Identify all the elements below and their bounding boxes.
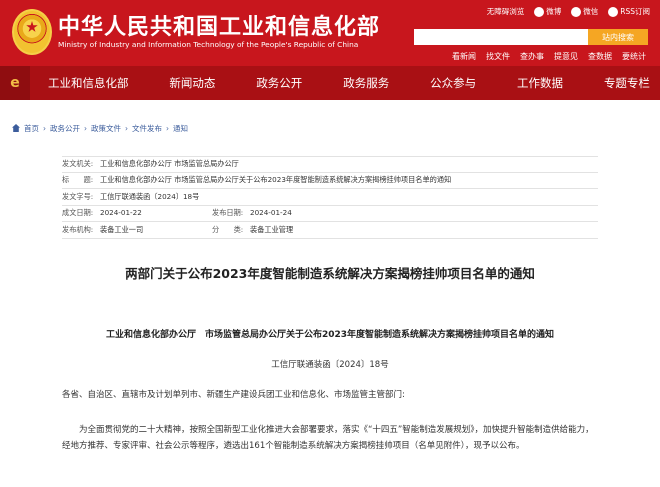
breadcrumb: 首页 › 政务公开 › 政策文件 › 文件发布 › 通知	[0, 118, 660, 138]
quick-link-data[interactable]: 查数据	[588, 51, 612, 62]
nav-item-topics[interactable]: 专题专栏	[604, 75, 650, 91]
nav-items: 工业和信息化部 新闻动态 政务公开 政务服务 公众参与 工作数据 专题专栏	[30, 75, 660, 91]
national-emblem-logo	[12, 9, 52, 55]
breadcrumb-file-release[interactable]: 文件发布	[132, 123, 162, 134]
search-input[interactable]	[414, 29, 588, 45]
search-button[interactable]: 站内搜索	[588, 29, 648, 45]
site-header: 中华人民共和国工业和信息化部 Ministry of Industry and …	[0, 0, 660, 66]
info-row-org: 发布机构: 装备工业一司 分 类: 装备工业管理	[62, 222, 598, 239]
info-row-dates: 成文日期: 2024-01-22 发布日期: 2024-01-24	[62, 206, 598, 222]
nav-item-government-affairs[interactable]: 政务公开	[256, 75, 302, 91]
breadcrumb-home[interactable]: 首页	[24, 123, 39, 134]
article-title: 两部门关于公布2023年度智能制造系统解决方案揭榜挂帅项目名单的通知	[125, 265, 535, 281]
quick-link-news[interactable]: 看新闻	[452, 51, 476, 62]
quick-link-services[interactable]: 查办事	[520, 51, 544, 62]
quick-link-statistics[interactable]: 要统计	[622, 51, 646, 62]
wechat-link[interactable]: 微信	[571, 6, 598, 17]
weibo-link[interactable]: 微博	[534, 6, 561, 17]
nav-item-ministry[interactable]: 工业和信息化部	[48, 75, 129, 91]
accessibility-link[interactable]: 无障碍浏览	[487, 6, 525, 17]
home-nav-icon[interactable]: e	[0, 66, 30, 100]
site-name: 中华人民共和国工业和信息化部	[58, 15, 381, 40]
breadcrumb-notice[interactable]: 通知	[173, 123, 188, 134]
article-docno: 工信厅联通装函〔2024〕18号	[271, 359, 389, 370]
quick-links: 看新闻 找文件 查办事 提意见 查数据 要统计	[452, 51, 646, 62]
quick-link-files[interactable]: 找文件	[486, 51, 510, 62]
info-row-docno: 发文字号: 工信厅联通装函〔2024〕18号	[62, 189, 598, 206]
nav-item-services[interactable]: 政务服务	[343, 75, 389, 91]
info-row-title: 标 题: 工业和信息化部办公厅 市场监管总局办公厅关于公布2023年度智能制造系…	[62, 173, 598, 189]
info-row-issuer: 发文机关: 工业和信息化部办公厅 市场监管总局办公厅	[62, 156, 598, 173]
rss-link[interactable]: RSS订阅	[608, 6, 650, 17]
nav-item-data[interactable]: 工作数据	[517, 75, 563, 91]
article-body: 为全面贯彻党的二十大精神，按照全国新型工业化推进大会部署要求，落实《“十四五”智…	[62, 424, 594, 451]
breadcrumb-policy-files[interactable]: 政策文件	[91, 123, 121, 134]
quick-link-feedback[interactable]: 提意见	[554, 51, 578, 62]
home-icon	[12, 124, 20, 132]
main-nav: e 工业和信息化部 新闻动态 政务公开 政务服务 公众参与 工作数据 专题专栏	[0, 66, 660, 100]
article-subtitle: 工业和信息化部办公厅 市场监管总局办公厅关于公布2023年度智能制造系统解决方案…	[105, 329, 555, 340]
wechat-icon	[571, 7, 582, 17]
top-links: 无障碍浏览 微博 微信 RSS订阅	[487, 6, 650, 17]
document-info-table: 发文机关: 工业和信息化部办公厅 市场监管总局办公厅 标 题: 工业和信息化部办…	[62, 156, 598, 239]
article-salutation: 各省、自治区、直辖市及计划单列市、新疆生产建设兵团工业和信息化、市场监管主管部门…	[62, 389, 405, 400]
breadcrumb-government-affairs[interactable]: 政务公开	[50, 123, 80, 134]
search-bar: 站内搜索	[414, 29, 648, 45]
site-name-en: Ministry of Industry and Information Tec…	[58, 40, 359, 49]
rss-icon	[608, 7, 619, 17]
nav-item-news[interactable]: 新闻动态	[169, 75, 215, 91]
nav-item-participation[interactable]: 公众参与	[430, 75, 476, 91]
weibo-icon	[534, 7, 545, 17]
